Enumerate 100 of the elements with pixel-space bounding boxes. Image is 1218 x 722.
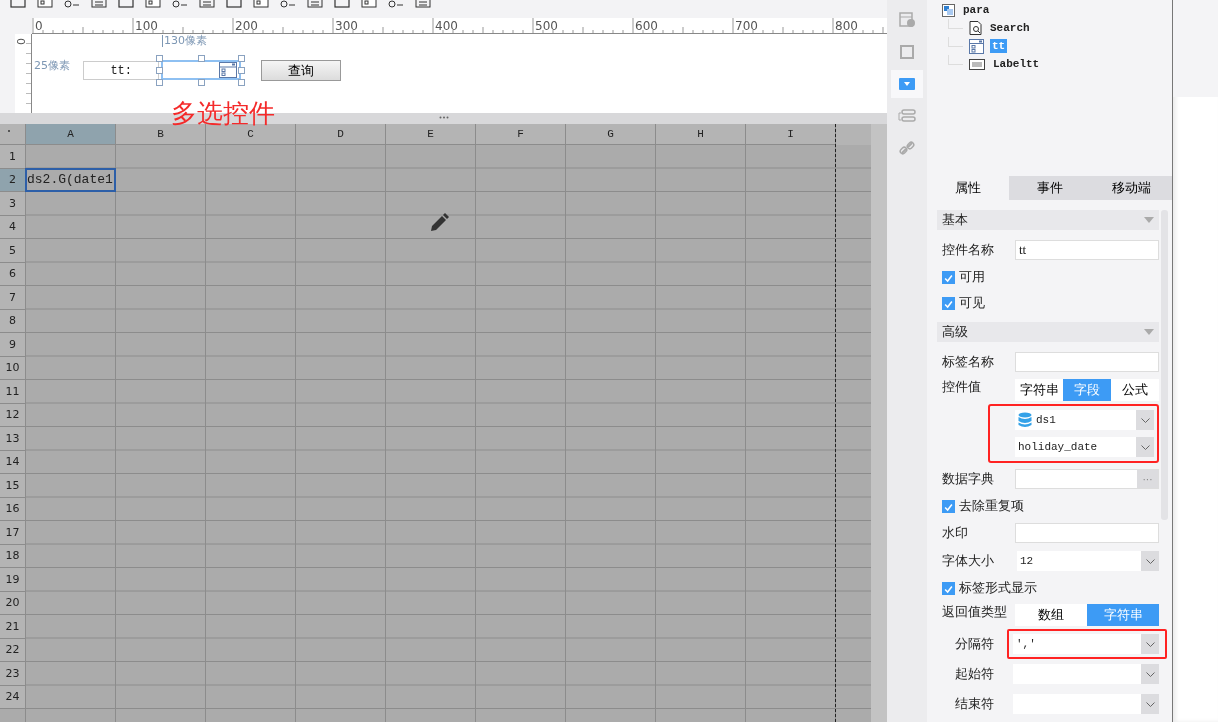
- text-field[interactable]: [1015, 352, 1159, 372]
- row-header[interactable]: 14: [0, 450, 26, 474]
- checkbox[interactable]: [942, 499, 955, 513]
- row-header[interactable]: 9: [0, 333, 26, 357]
- row-header[interactable]: 10: [0, 356, 26, 380]
- select-field[interactable]: ',': [1013, 634, 1159, 654]
- ruler-label: 100: [135, 19, 158, 33]
- column-header[interactable]: E: [386, 124, 476, 145]
- row-header[interactable]: 6: [0, 262, 26, 286]
- widget-icon[interactable]: [145, 0, 161, 10]
- section-title: 高级: [942, 323, 968, 341]
- ruler-label: 300: [335, 19, 358, 33]
- property-label: 返回值类型: [942, 603, 1008, 621]
- widget-icon[interactable]: [280, 0, 296, 10]
- row-header[interactable]: 3: [0, 192, 26, 216]
- ruler-label: 400: [435, 19, 458, 33]
- row-header[interactable]: 17: [0, 521, 26, 545]
- column-header[interactable]: H: [656, 124, 746, 145]
- resize-handle[interactable]: [198, 55, 205, 62]
- row-header[interactable]: 18: [0, 544, 26, 568]
- column-header[interactable]: A: [26, 124, 116, 145]
- width-hint: 130像素: [162, 35, 207, 47]
- search-document-icon: [969, 21, 982, 35]
- checkbox-label[interactable]: 可用: [959, 268, 985, 286]
- select-value: 12: [1020, 555, 1035, 567]
- checkbox[interactable]: [942, 270, 955, 284]
- list-icon: [219, 62, 237, 78]
- tree-item[interactable]: Labeltt: [991, 57, 1042, 71]
- select-field[interactable]: 12: [1017, 551, 1159, 571]
- tool-button[interactable]: [891, 70, 923, 98]
- tree-line: [948, 54, 963, 65]
- grip-icon[interactable]: [439, 116, 449, 119]
- text-field[interactable]: tt: [1015, 240, 1159, 260]
- height-hint: 25像素: [34, 58, 71, 73]
- column-header[interactable]: D: [296, 124, 386, 145]
- panel-tab[interactable]: 事件: [1008, 176, 1091, 200]
- row-header[interactable]: 4: [0, 215, 26, 239]
- table-cell[interactable]: ds2.G(date1: [25, 167, 116, 192]
- column-header[interactable]: I: [746, 124, 836, 145]
- query-button[interactable]: 查询: [261, 60, 341, 81]
- tree-item[interactable]: Search: [988, 21, 1032, 35]
- row-header[interactable]: 5: [0, 239, 26, 263]
- section-title: 基本: [942, 211, 968, 229]
- select-all-icon[interactable]: [0, 124, 26, 145]
- tree-item[interactable]: para: [961, 3, 992, 17]
- select-value: holiday_date: [1018, 441, 1099, 453]
- row-header[interactable]: 19: [0, 568, 26, 592]
- row-header[interactable]: 11: [0, 380, 26, 404]
- field-label: tt:: [83, 61, 159, 80]
- row-header[interactable]: 16: [0, 497, 26, 521]
- checkbox-label[interactable]: 去除重复项: [959, 497, 1024, 515]
- collapse-arrow-icon[interactable]: [1144, 329, 1154, 335]
- widget-icon[interactable]: [64, 0, 80, 10]
- combo-field[interactable]: [161, 60, 241, 80]
- select-field[interactable]: holiday_date: [1015, 437, 1154, 457]
- layers-icon: [898, 109, 916, 123]
- text-field[interactable]: [1015, 523, 1159, 543]
- checkbox-label[interactable]: 可见: [959, 294, 985, 312]
- collapse-arrow-icon[interactable]: [1144, 217, 1154, 223]
- row-header[interactable]: 21: [0, 615, 26, 639]
- checkbox[interactable]: [942, 581, 955, 595]
- row-header[interactable]: 1: [0, 145, 26, 169]
- section-header[interactable]: 基本: [937, 210, 1159, 230]
- widget-icon[interactable]: [37, 0, 53, 10]
- square-icon: [899, 44, 915, 60]
- column-header[interactable]: F: [476, 124, 566, 145]
- select-field[interactable]: [1013, 664, 1159, 684]
- select-field[interactable]: [1013, 694, 1159, 714]
- column-header[interactable]: B: [116, 124, 206, 145]
- row-header[interactable]: 20: [0, 591, 26, 615]
- ruler-label: 600: [635, 19, 658, 33]
- row-header[interactable]: 24: [0, 685, 26, 709]
- property-label: 起始符: [955, 665, 995, 683]
- ruler-label: 500: [535, 19, 558, 33]
- field-value: tt: [1019, 242, 1027, 258]
- row-header[interactable]: 22: [0, 638, 26, 662]
- row-header[interactable]: 8: [0, 309, 26, 333]
- row-header[interactable]: 2: [0, 168, 26, 192]
- row-header[interactable]: 13: [0, 427, 26, 451]
- widget-icon[interactable]: [361, 0, 377, 10]
- row-header[interactable]: 15: [0, 474, 26, 498]
- select-value: ',': [1016, 638, 1037, 650]
- row-header[interactable]: 23: [0, 662, 26, 686]
- checkbox[interactable]: [942, 296, 955, 310]
- widget-icon[interactable]: [388, 0, 404, 10]
- row-header[interactable]: 12: [0, 403, 26, 427]
- row-header[interactable]: 7: [0, 286, 26, 310]
- widget-icon[interactable]: [172, 0, 188, 10]
- widget-icon[interactable]: [253, 0, 269, 10]
- column-header[interactable]: G: [566, 124, 656, 145]
- section-header[interactable]: 高级: [937, 322, 1159, 342]
- panel-tab[interactable]: 移动端: [1090, 176, 1172, 200]
- ruler-label: 700: [735, 19, 758, 33]
- table-info-icon: [899, 12, 915, 28]
- property-label: 控件名称: [942, 241, 995, 259]
- select-field[interactable]: ds1: [1015, 410, 1154, 430]
- form-icon: [942, 3, 955, 17]
- scrollbar[interactable]: [871, 124, 887, 722]
- resize-handle[interactable]: [198, 79, 205, 86]
- checkbox-label[interactable]: 标签形式显示: [959, 579, 1037, 597]
